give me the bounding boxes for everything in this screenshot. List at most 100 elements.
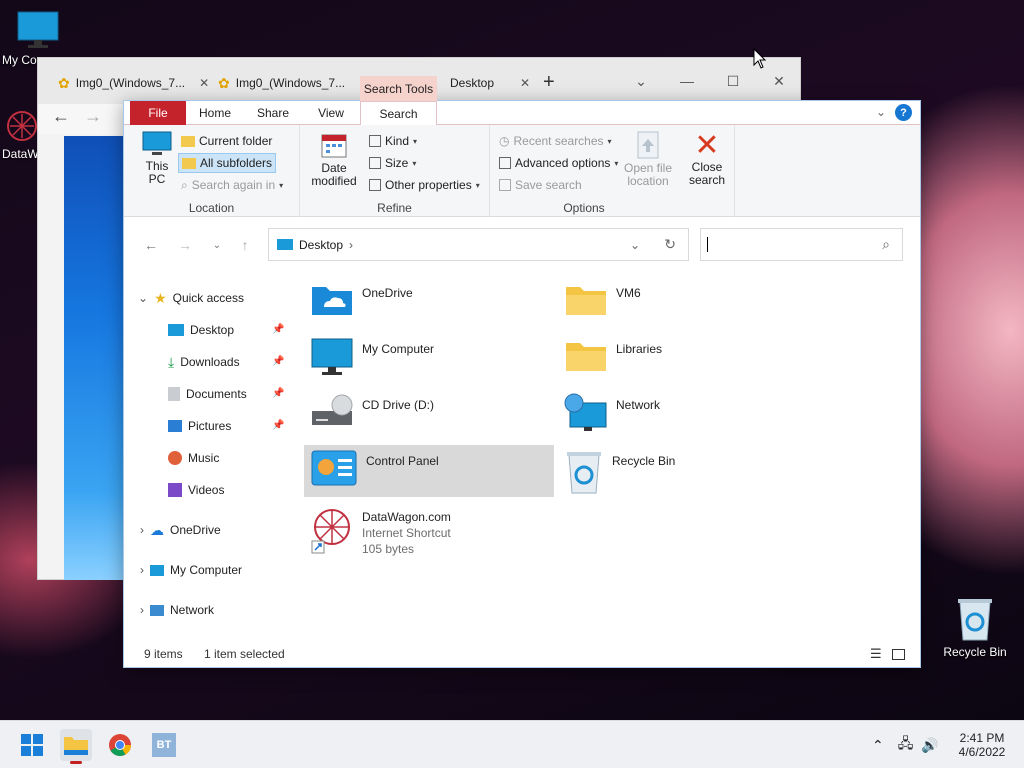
sidebar-item-label: Network	[170, 603, 215, 617]
forward-arrow-icon[interactable]: →	[174, 235, 196, 255]
date-modified-button[interactable]: Date modified	[304, 131, 364, 188]
current-folder-button[interactable]: Current folder	[178, 131, 275, 151]
desktop-folder-icon	[168, 324, 184, 336]
pin-icon[interactable]: 📌	[272, 356, 284, 367]
mouse-cursor-icon	[753, 48, 767, 69]
sidebar-item-quick-access[interactable]: ⌄ ★ Quick access	[138, 287, 244, 309]
tab-view[interactable]: View	[306, 101, 356, 125]
list-item[interactable]: Network	[558, 389, 808, 441]
windows-start-icon[interactable]	[16, 729, 48, 761]
desktop-icon-label: Recycle Bin	[943, 645, 1007, 659]
file-name: OneDrive	[362, 286, 413, 300]
recent-searches-button[interactable]: ◷ Recent searches ▾	[496, 131, 615, 151]
minimize-button[interactable]: —	[664, 66, 710, 96]
back-arrow-icon[interactable]: ←	[140, 235, 162, 255]
list-item[interactable]: My Computer	[304, 333, 554, 385]
tab-share[interactable]: Share	[248, 101, 298, 125]
sidebar-item-desktop[interactable]: Desktop	[168, 319, 234, 341]
pin-icon[interactable]: 📌	[272, 324, 284, 335]
pin-icon[interactable]: 📌	[272, 420, 284, 431]
chevron-down-icon[interactable]: ⌄	[630, 238, 640, 252]
list-item[interactable]: DataWagon.com Internet Shortcut 105 byte…	[304, 501, 554, 563]
network-icon[interactable]: 🖧	[898, 733, 914, 757]
forward-arrow-icon[interactable]: →	[84, 106, 102, 127]
subfolders-icon	[182, 157, 196, 169]
chevron-down-icon[interactable]: ⌄	[876, 105, 886, 119]
address-bar[interactable]: Desktop › ⌄ ↻	[268, 228, 689, 261]
save-search-button[interactable]: Save search	[496, 175, 585, 195]
list-item[interactable]: Control Panel	[304, 445, 554, 497]
chrome-taskbar-icon[interactable]	[104, 729, 136, 761]
tab-home[interactable]: Home	[190, 101, 240, 125]
sidebar-item-my-computer[interactable]: › My Computer	[140, 559, 242, 581]
chevron-down-icon: ▾	[607, 136, 612, 146]
music-icon	[168, 451, 182, 465]
file-size: 105 bytes	[362, 542, 415, 556]
back-arrow-icon[interactable]: ←	[52, 106, 70, 127]
app-taskbar-icon[interactable]: BT	[148, 729, 180, 761]
sidebar-item-videos[interactable]: Videos	[168, 479, 224, 501]
sidebar-item-network[interactable]: › Network	[140, 599, 214, 621]
sidebar-item-label: Quick access	[172, 291, 244, 305]
desktop-icon-recycle-bin[interactable]: Recycle Bin	[935, 596, 1015, 659]
list-item[interactable]: OneDrive	[304, 277, 554, 329]
sidebar-item-music[interactable]: Music	[168, 447, 219, 469]
close-icon[interactable]: ✕	[520, 76, 530, 90]
sidebar-item-downloads[interactable]: ⤓ Downloads	[168, 351, 240, 373]
desktop-icon-label: DataW	[2, 147, 39, 161]
browser-tab[interactable]: Desktop ✕	[450, 71, 530, 95]
tab-search[interactable]: Search	[360, 101, 437, 126]
advanced-options-button[interactable]: Advanced options ▾	[496, 153, 621, 173]
sidebar-item-documents[interactable]: Documents	[168, 383, 247, 405]
browser-tab[interactable]: ✿ Img0_(Windows_7...	[218, 71, 345, 95]
chevron-down-icon: ▾	[279, 180, 284, 190]
tab-file[interactable]: File	[130, 101, 186, 125]
clock[interactable]: 2:41 PM 4/6/2022	[952, 721, 1012, 768]
volume-icon[interactable]: 🔊	[921, 737, 938, 754]
star-icon: ★	[154, 289, 167, 306]
sidebar-item-onedrive[interactable]: › ☁ OneDrive	[140, 519, 221, 541]
close-button[interactable]: ✕	[756, 66, 802, 96]
desktop-icon-datawagon[interactable]: DataW	[0, 108, 40, 161]
search-again-in-button[interactable]: ⌕ Search again in ▾	[178, 175, 286, 195]
chevron-down-icon[interactable]: ⌄	[618, 66, 664, 96]
chevron-up-icon[interactable]: ⌃	[872, 737, 884, 754]
all-subfolders-button[interactable]: All subfolders	[178, 153, 277, 173]
close-icon[interactable]: ✕	[199, 76, 209, 90]
up-arrow-icon[interactable]: ↑	[234, 235, 256, 255]
sidebar-item-label: OneDrive	[170, 523, 221, 537]
status-bar: 9 items 1 item selected ☰	[124, 641, 920, 667]
maximize-button[interactable]: ☐	[710, 66, 756, 96]
other-properties-button[interactable]: Other properties ▾	[366, 175, 483, 195]
ribbon-group-label: Refine	[377, 201, 412, 215]
sidebar-item-pictures[interactable]: Pictures	[168, 415, 231, 437]
list-item[interactable]: VM6	[558, 277, 808, 329]
monitor-icon	[142, 131, 172, 155]
new-tab-button[interactable]: +	[543, 71, 555, 94]
kind-icon	[369, 135, 381, 147]
refresh-icon[interactable]: ↻	[664, 236, 676, 253]
list-item[interactable]: CD Drive (D:)	[304, 389, 554, 441]
list-item[interactable]: Libraries	[558, 333, 808, 385]
help-icon[interactable]: ?	[895, 104, 912, 121]
sidebar-item-label: My Computer	[170, 563, 243, 577]
large-icons-view-icon[interactable]	[892, 648, 905, 660]
close-search-button[interactable]: ✕ Close search	[682, 131, 732, 187]
file-list: OneDrive VM6 My Computer Libraries CD Dr…	[296, 273, 916, 633]
size-button[interactable]: Size ▾	[366, 153, 419, 173]
this-pc-button[interactable]: This PC	[140, 131, 174, 186]
onedrive-folder-icon	[312, 287, 352, 315]
search-box[interactable]: ⌕	[700, 228, 903, 261]
list-item[interactable]: Recycle Bin	[558, 445, 808, 497]
file-name: Network	[616, 398, 661, 412]
pin-icon[interactable]: 📌	[272, 388, 284, 399]
sidebar-item-label: Music	[188, 451, 220, 465]
open-file-location-button[interactable]: Open file location	[618, 131, 678, 188]
browser-tab[interactable]: ✿ Img0_(Windows_7... ✕	[58, 71, 209, 95]
recent-locations-chevron-icon[interactable]: ⌄	[206, 235, 228, 255]
kind-button[interactable]: Kind ▾	[366, 131, 420, 151]
clock-icon: ◷	[499, 134, 510, 148]
file-explorer-taskbar-icon[interactable]	[60, 729, 92, 764]
details-view-icon[interactable]: ☰	[870, 646, 882, 662]
search-input[interactable]	[707, 237, 708, 252]
